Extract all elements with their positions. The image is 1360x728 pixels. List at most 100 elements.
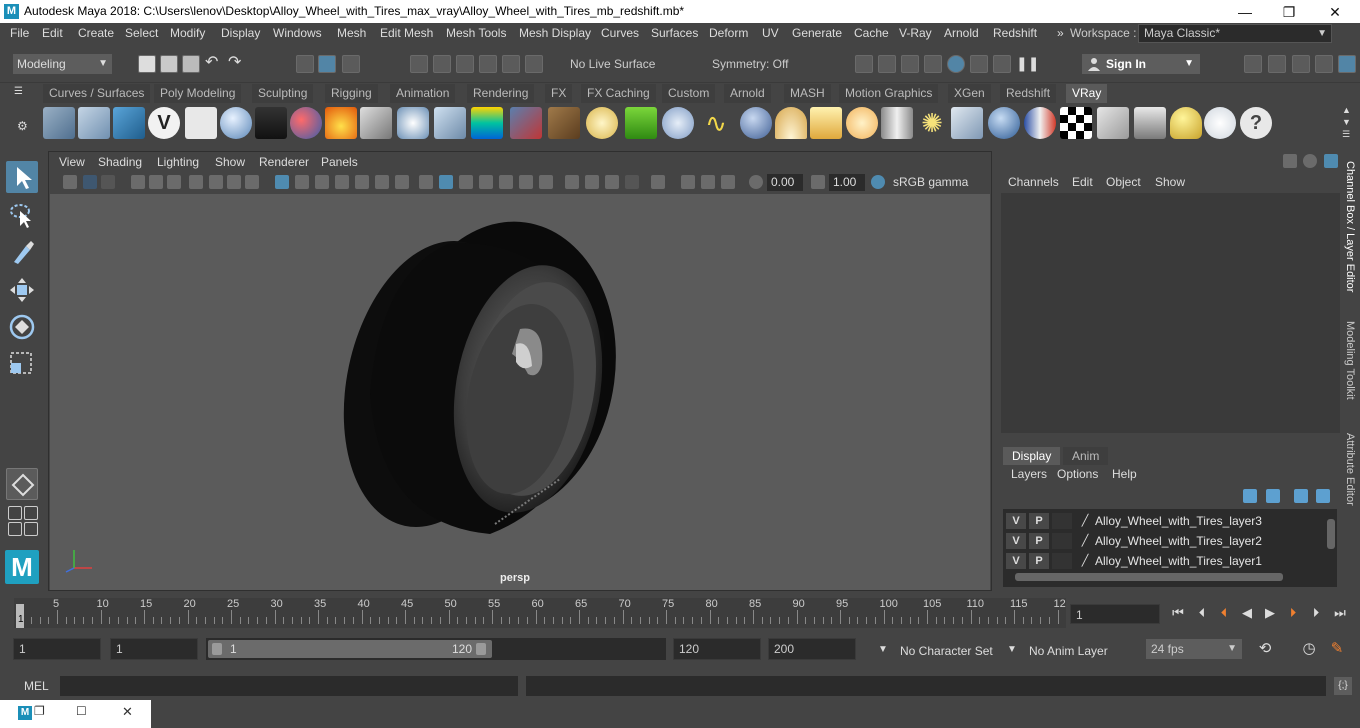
vray-cone-icon[interactable]: [434, 107, 466, 139]
snap-grid-icon[interactable]: [410, 55, 428, 73]
two-panel-icon[interactable]: [721, 175, 735, 189]
select-object-icon[interactable]: [318, 55, 336, 73]
vray-cloud-icon[interactable]: [1204, 107, 1236, 139]
xray-components-icon[interactable]: [459, 175, 473, 189]
vray-material-icon[interactable]: [43, 107, 75, 139]
layer-tab-anim[interactable]: Anim: [1063, 447, 1109, 465]
close-icon[interactable]: ✕: [122, 704, 133, 720]
menu-surfaces[interactable]: Surfaces: [651, 26, 698, 40]
fps-select[interactable]: 24 fps ▼: [1146, 639, 1242, 659]
film-gate-icon[interactable]: [209, 175, 223, 189]
move-layer-up-icon[interactable]: [1243, 489, 1257, 503]
exposure-reset-icon[interactable]: [749, 175, 763, 189]
shelf-tab-fx[interactable]: FX: [545, 84, 573, 103]
shelf-tab-animation[interactable]: Animation: [390, 84, 456, 103]
vray-logo-icon[interactable]: V: [148, 107, 180, 139]
menu-set-select[interactable]: Modeling ▼: [13, 54, 112, 74]
layer-name[interactable]: Alloy_Wheel_with_Tires_layer3: [1095, 514, 1262, 528]
ambient-occlusion-icon[interactable]: [479, 175, 493, 189]
cb-menu-edit[interactable]: Edit: [1072, 175, 1093, 189]
camera-attributes-icon[interactable]: [63, 175, 77, 189]
isolate-select-icon[interactable]: [565, 175, 579, 189]
shelf-tab-mash[interactable]: MASH: [784, 84, 831, 103]
vray-table-icon[interactable]: [1134, 107, 1166, 139]
shelf-tab-rendering[interactable]: Rendering: [467, 84, 535, 103]
panel-menu-renderer[interactable]: Renderer: [259, 155, 309, 169]
restore-icon[interactable]: ❐: [34, 704, 45, 718]
range-bar-track[interactable]: 1 120: [206, 638, 666, 660]
menu-create[interactable]: Create: [78, 26, 114, 40]
grease-pencil-icon[interactable]: [167, 175, 181, 189]
image-plane-icon[interactable]: [131, 175, 145, 189]
menu-uv[interactable]: UV: [762, 26, 779, 40]
character-controls-icon[interactable]: [1268, 55, 1286, 73]
layer-list-hscrollbar[interactable]: [1015, 573, 1283, 581]
close-button[interactable]: ✕: [1312, 2, 1358, 22]
tool-settings-toggle-icon[interactable]: [1324, 154, 1338, 168]
vray-sphere2-icon[interactable]: [988, 107, 1020, 139]
range-end-grip[interactable]: [476, 643, 486, 655]
shelf-tab-curves-surfaces[interactable]: Curves / Surfaces: [43, 84, 151, 103]
layer-name[interactable]: Alloy_Wheel_with_Tires_layer2: [1095, 534, 1262, 548]
render-settings-icon[interactable]: [924, 55, 942, 73]
vray-dome-icon[interactable]: [586, 107, 618, 139]
menu-display[interactable]: Display: [221, 26, 260, 40]
play-forwards-icon[interactable]: ▶: [1263, 606, 1277, 620]
animation-start-field[interactable]: 1: [13, 638, 101, 660]
attribute-toggle-icon[interactable]: [1303, 154, 1317, 168]
panel-menu-panels[interactable]: Panels: [321, 155, 358, 169]
shadows-icon[interactable]: [395, 175, 409, 189]
viewport-canvas[interactable]: persp: [50, 194, 990, 590]
wheel-model[interactable]: [50, 194, 990, 590]
menu-modify[interactable]: Modify: [170, 26, 205, 40]
bookmark-icon[interactable]: [101, 175, 115, 189]
single-perspective-view-icon[interactable]: [6, 468, 38, 500]
persp-outliner-layout-icon[interactable]: [8, 522, 22, 536]
xray-icon[interactable]: [419, 175, 433, 189]
tool-settings-icon[interactable]: [1315, 55, 1333, 73]
vray-ball-icon[interactable]: [662, 107, 694, 139]
playback-end-field[interactable]: 120: [673, 638, 761, 660]
side-tab-channel-box[interactable]: Channel Box / Layer Editor: [1344, 161, 1356, 292]
layer-visibility-toggle[interactable]: V: [1006, 533, 1026, 549]
vray-light-dome-icon[interactable]: [775, 107, 807, 139]
shelf-tab-redshift[interactable]: Redshift: [1000, 84, 1057, 103]
smooth-shade-icon[interactable]: [295, 175, 309, 189]
step-back-frame-icon[interactable]: ⏴: [1195, 606, 1209, 620]
hypershade-icon[interactable]: [947, 55, 965, 73]
le-menu-help[interactable]: Help: [1112, 467, 1137, 481]
color-space-field[interactable]: sRGB gamma: [889, 174, 981, 191]
textured-icon[interactable]: [355, 175, 369, 189]
shelf-tab-custom[interactable]: Custom: [662, 84, 716, 103]
time-slider-track[interactable]: 1 5 10 15 20 25 30 35 40 45 50 55 60 65 70 75 80 85 90 95 1…: [14, 598, 1066, 628]
layer-playback-toggle[interactable]: P: [1029, 513, 1049, 529]
vray-camera-icon[interactable]: [255, 107, 287, 139]
current-frame-field[interactable]: 1: [1070, 604, 1160, 624]
command-input[interactable]: [60, 676, 518, 696]
vray-rect-light-icon[interactable]: [951, 107, 983, 139]
xray-joints-icon[interactable]: [439, 175, 453, 189]
menu-file[interactable]: File: [10, 26, 29, 40]
menu-arnold[interactable]: Arnold: [944, 26, 979, 40]
menu-deform[interactable]: Deform: [709, 26, 748, 40]
shelf-tab-sculpting[interactable]: Sculpting: [252, 84, 314, 103]
camera-tool-icon[interactable]: [83, 175, 97, 189]
step-forward-frame-icon[interactable]: ⏵: [1309, 606, 1323, 620]
panel-menu-show[interactable]: Show: [215, 155, 245, 169]
menu-overflow-icon[interactable]: »: [1057, 26, 1064, 40]
render-frame-icon[interactable]: [878, 55, 896, 73]
le-menu-options[interactable]: Options: [1057, 467, 1098, 481]
side-tab-attribute-editor[interactable]: Attribute Editor: [1344, 433, 1356, 506]
live-surface-field[interactable]: No Live Surface: [565, 54, 681, 74]
modeling-toolkit-icon[interactable]: [1244, 55, 1262, 73]
vray-grass-icon[interactable]: [625, 107, 657, 139]
shelf-settings-gear-icon[interactable]: ⚙: [17, 119, 28, 133]
character-set-label[interactable]: No Character Set: [900, 644, 993, 658]
menu-mesh-tools[interactable]: Mesh Tools: [446, 26, 506, 40]
layer-row[interactable]: V P ╱ Alloy_Wheel_with_Tires_layer1: [1003, 551, 1325, 571]
hud-icon[interactable]: [625, 175, 639, 189]
vray-spot-icon[interactable]: [810, 107, 842, 139]
vray-gradient-icon[interactable]: [471, 107, 503, 139]
shelf-tab-arnold[interactable]: Arnold: [724, 84, 771, 103]
range-bar-handle[interactable]: 1 120: [208, 640, 492, 658]
